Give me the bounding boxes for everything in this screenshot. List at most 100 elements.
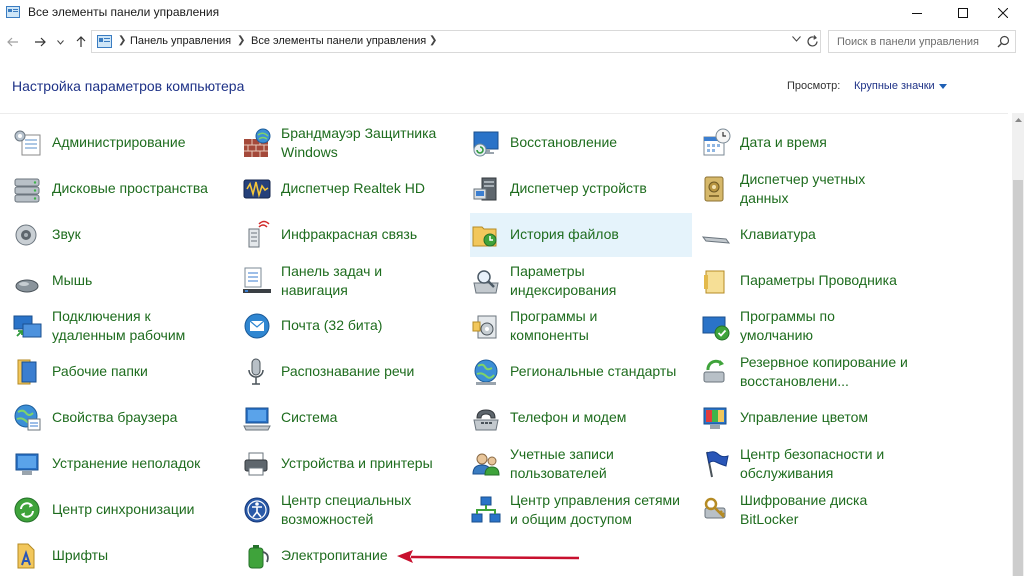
cp-item-work-folders[interactable]: Рабочие папки — [12, 350, 234, 394]
cp-item-label: История файлов — [510, 226, 619, 242]
cp-item-security-center[interactable]: Центр безопасности и обслуживания — [700, 442, 922, 486]
cp-item-admin-tools[interactable]: Администрирование — [12, 121, 234, 165]
cp-item-label: Мышь — [52, 272, 93, 288]
realtek-icon — [243, 179, 271, 199]
cp-item-device-manager[interactable]: Диспетчер устройств — [470, 167, 692, 211]
back-button[interactable] — [4, 32, 22, 52]
explorer-options-icon — [704, 270, 725, 294]
cp-item-credential-manager[interactable]: Диспетчер учетных данных — [700, 167, 922, 211]
breadcrumb-control-panel[interactable]: Панель управления — [130, 35, 231, 47]
address-bar[interactable]: ❯ Панель управления ❯ Все элементы панел… — [91, 30, 821, 53]
cp-item-system[interactable]: Система — [241, 396, 463, 440]
minimize-button[interactable] — [894, 0, 940, 26]
cp-item-date-time[interactable]: Дата и время — [700, 121, 922, 165]
remote-desktop-icon — [13, 315, 42, 338]
cp-item-color-management[interactable]: Управление цветом — [700, 396, 922, 440]
breadcrumb-all-items[interactable]: Все элементы панели управления — [251, 35, 426, 47]
network-icon — [471, 496, 501, 523]
cp-item-sound[interactable]: Звук — [12, 213, 234, 257]
search-box[interactable] — [828, 30, 1016, 53]
cp-item-remote-desktop[interactable]: Подключения к удаленным рабочим — [12, 304, 234, 348]
cp-item-label: Центр управления сетями и общим доступом — [510, 492, 680, 527]
cp-item-phone-modem[interactable]: Телефон и модем — [470, 396, 692, 440]
cp-item-storage-spaces[interactable]: Дисковые пространства — [12, 167, 234, 211]
programs-icon — [472, 315, 497, 339]
cp-item-user-accounts[interactable]: Учетные записи пользователей — [470, 442, 692, 486]
cp-item-label: Программы и компоненты — [510, 308, 598, 343]
cp-item-default-programs[interactable]: Программы по умолчанию — [700, 304, 922, 348]
cp-item-programs[interactable]: Программы и компоненты — [470, 304, 692, 348]
fonts-icon — [17, 543, 35, 569]
cp-item-accessibility[interactable]: Центр специальных возможностей — [241, 488, 463, 532]
cp-item-file-history[interactable]: История файлов — [470, 213, 692, 257]
cp-item-label: Центр специальных возможностей — [281, 492, 412, 527]
arrow-up-icon — [76, 36, 86, 47]
cp-item-mouse[interactable]: Мышь — [12, 259, 234, 303]
cp-item-label: Звук — [52, 226, 81, 242]
recovery-icon — [473, 131, 499, 157]
cp-item-devices-printers[interactable]: Устройства и принтеры — [241, 442, 463, 486]
cp-item-region[interactable]: Региональные стандарты — [470, 350, 692, 394]
cp-item-label: Центр безопасности и обслуживания — [740, 446, 885, 481]
file-history-icon — [472, 226, 497, 247]
cp-item-label: Рабочие папки — [52, 363, 148, 379]
cp-item-label: Диспетчер устройств — [510, 180, 647, 196]
indexing-icon — [473, 270, 499, 294]
cp-item-infrared[interactable]: Инфракрасная связь — [241, 213, 463, 257]
cp-item-network-center[interactable]: Центр управления сетями и общим доступом — [470, 488, 692, 532]
cp-item-backup[interactable]: Резервное копирование и восстановлени... — [700, 350, 922, 394]
cp-item-taskbar[interactable]: Панель задач и навигация — [241, 259, 463, 303]
close-button[interactable] — [980, 0, 1024, 26]
recent-locations-button[interactable] — [54, 32, 66, 52]
cp-item-keyboard[interactable]: Клавиатура — [700, 213, 922, 257]
caret-up-icon — [1014, 118, 1022, 122]
cp-item-label: Дисковые пространства — [52, 180, 208, 196]
control-panel-icon — [97, 35, 112, 48]
search-input[interactable] — [837, 34, 987, 50]
cp-item-realtek[interactable]: Диспетчер Realtek HD — [241, 167, 463, 211]
cp-item-troubleshooting[interactable]: Устранение неполадок — [12, 442, 234, 486]
internet-options-icon — [14, 404, 41, 431]
cp-item-indexing[interactable]: Параметры индексирования — [470, 259, 692, 303]
cp-item-bitlocker[interactable]: Шифрование диска BitLocker — [700, 488, 922, 532]
cp-item-speech[interactable]: Распознавание речи — [241, 350, 463, 394]
work-folders-icon — [17, 359, 37, 385]
forward-button[interactable] — [31, 32, 49, 52]
cp-item-internet-options[interactable]: Свойства браузера — [12, 396, 234, 440]
search-icon[interactable] — [997, 35, 1010, 48]
cp-item-mail[interactable]: Почта (32 бита) — [241, 304, 463, 348]
cp-item-label: Телефон и модем — [510, 409, 627, 425]
annotation-arrow — [397, 550, 580, 563]
scroll-up-button[interactable] — [1013, 115, 1023, 125]
cp-item-firewall[interactable]: Брандмауэр Защитника Windows — [241, 121, 463, 165]
cp-item-label: Управление цветом — [740, 409, 869, 425]
chevron-right-icon: ❯ — [237, 35, 246, 46]
scrollbar-thumb[interactable] — [1013, 180, 1023, 576]
cp-item-sync-center[interactable]: Центр синхронизации — [12, 488, 234, 532]
user-accounts-icon — [472, 453, 500, 476]
cp-item-label: Устройства и принтеры — [281, 455, 433, 471]
cp-item-label: Инфракрасная связь — [281, 226, 418, 242]
page-title: Настройка параметров компьютера — [12, 78, 245, 94]
up-button[interactable] — [72, 32, 90, 52]
sound-icon — [15, 224, 37, 246]
cp-item-label: Региональные стандарты — [510, 363, 677, 379]
refresh-icon[interactable] — [805, 34, 820, 49]
flag-icon — [706, 451, 729, 478]
cp-item-label: Учетные записи пользователей — [510, 446, 614, 481]
cp-item-explorer-options[interactable]: Параметры Проводника — [700, 259, 922, 303]
chevron-down-icon[interactable] — [792, 36, 801, 42]
cp-item-label: Центр синхронизации — [52, 501, 195, 517]
view-mode-dropdown[interactable]: Крупные значки — [854, 80, 947, 92]
printer-icon — [244, 452, 268, 476]
control-panel-icon — [6, 6, 20, 18]
cp-item-fonts[interactable]: Шрифты — [12, 534, 234, 576]
troubleshooting-icon — [15, 453, 39, 475]
system-icon — [243, 407, 271, 431]
default-programs-icon — [702, 316, 730, 341]
cp-item-label: Администрирование — [52, 134, 186, 150]
cp-item-label: Брандмауэр Защитника Windows — [281, 125, 437, 160]
cp-item-recovery[interactable]: Восстановление — [470, 121, 692, 165]
view-label: Просмотр: — [787, 80, 841, 92]
cp-item-label: Подключения к удаленным рабочим — [52, 308, 186, 343]
